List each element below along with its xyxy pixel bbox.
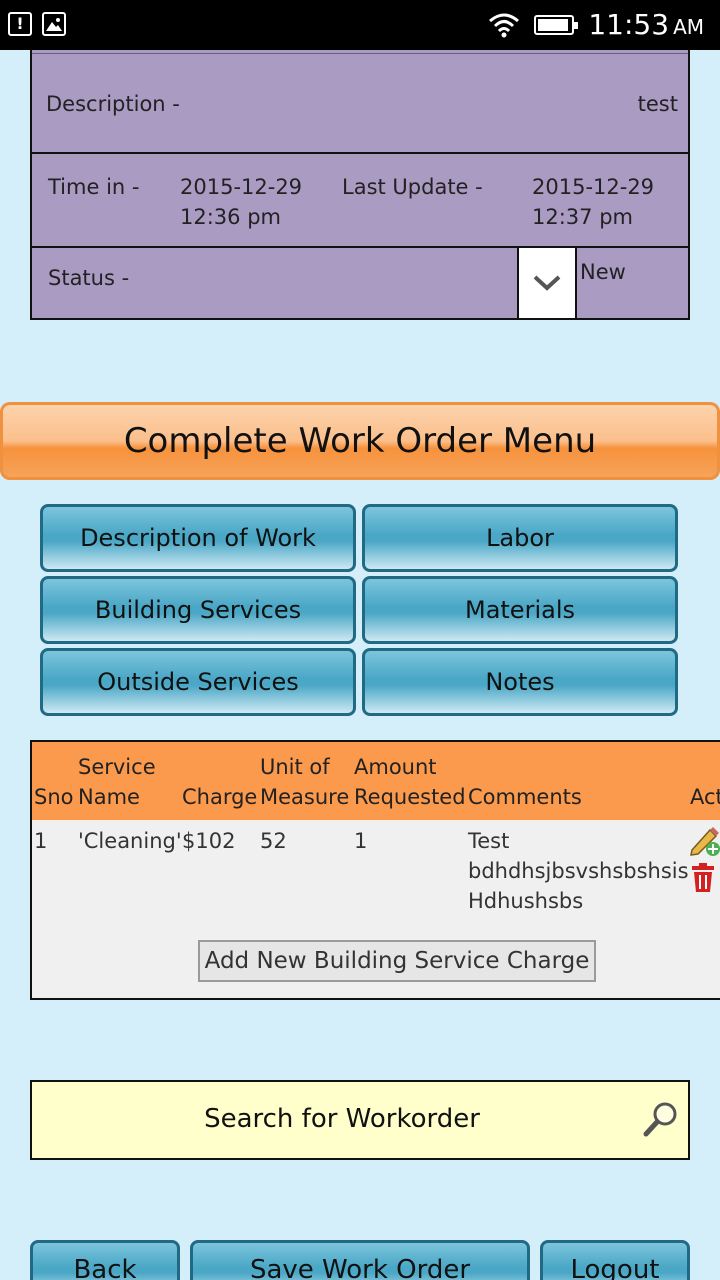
cell-unit: 52 bbox=[260, 829, 287, 853]
labor-button[interactable]: Labor bbox=[362, 504, 678, 572]
header-amount: Amount Requested bbox=[354, 755, 466, 809]
outside-services-button[interactable]: Outside Services bbox=[40, 648, 356, 716]
status-row: Status - New bbox=[32, 248, 688, 318]
cell-amount: 1 bbox=[354, 829, 368, 853]
save-work-order-button[interactable]: Save Work Order bbox=[190, 1240, 530, 1280]
clock: 11:53 AM bbox=[588, 8, 704, 41]
status-value: New bbox=[580, 260, 626, 284]
header-sno: Sno bbox=[34, 785, 74, 809]
description-value: test bbox=[637, 92, 678, 116]
logout-button[interactable]: Logout bbox=[540, 1240, 690, 1280]
status-bar: ! 11:53 AM bbox=[0, 0, 720, 50]
alert-icon: ! bbox=[8, 12, 32, 36]
search-workorder[interactable]: Search for Workorder bbox=[30, 1080, 690, 1160]
add-building-service-charge-button[interactable]: Add New Building Service Charge bbox=[198, 940, 596, 982]
row-actions bbox=[688, 824, 720, 898]
delete-icon[interactable] bbox=[688, 862, 718, 894]
header-service-name: Service Name bbox=[78, 755, 156, 809]
search-icon[interactable] bbox=[642, 1100, 680, 1138]
time-row: Time in - 2015-12-29 12:36 pm Last Updat… bbox=[32, 154, 688, 248]
header-charge: Charge bbox=[182, 785, 258, 809]
time-in-value: 2015-12-29 12:36 pm bbox=[180, 175, 303, 229]
materials-button[interactable]: Materials bbox=[362, 576, 678, 644]
cell-sno: 1 bbox=[34, 829, 48, 853]
header-unit: Unit of Measure bbox=[260, 755, 350, 809]
menu-header: Complete Work Order Menu bbox=[0, 402, 720, 480]
battery-icon bbox=[534, 14, 579, 35]
search-label: Search for Workorder bbox=[204, 1104, 480, 1134]
time-in-label: Time in - bbox=[48, 175, 140, 199]
last-update-value: 2015-12-29 12:37 pm bbox=[532, 175, 655, 229]
status-label: Status - bbox=[48, 266, 130, 290]
notes-button[interactable]: Notes bbox=[362, 648, 678, 716]
building-services-table: Sno Service Name Charge Unit of Measure … bbox=[30, 740, 720, 1000]
last-update-label: Last Update - bbox=[342, 175, 483, 199]
description-row: Description - test bbox=[32, 54, 688, 154]
table-header: Sno Service Name Charge Unit of Measure … bbox=[32, 742, 720, 820]
status-dropdown[interactable] bbox=[517, 248, 577, 318]
chevron-down-icon bbox=[533, 275, 561, 291]
building-services-button[interactable]: Building Services bbox=[40, 576, 356, 644]
description-label: Description - bbox=[46, 92, 180, 116]
cell-comments: Test bdhdhsjbsvshsbshsis Hdhushsbs bbox=[468, 829, 689, 913]
cell-service-name: 'Cleaning' bbox=[78, 829, 182, 853]
header-comments: Comments bbox=[468, 785, 582, 809]
work-order-details: Description - test Time in - 2015-12-29 … bbox=[30, 50, 690, 320]
back-button[interactable]: Back bbox=[30, 1240, 180, 1280]
wifi-icon bbox=[489, 13, 520, 37]
image-icon bbox=[42, 12, 66, 36]
header-action: Act bbox=[690, 785, 720, 809]
description-of-work-button[interactable]: Description of Work bbox=[40, 504, 356, 572]
edit-icon[interactable] bbox=[688, 824, 720, 858]
cell-charge: $102 bbox=[182, 829, 236, 853]
